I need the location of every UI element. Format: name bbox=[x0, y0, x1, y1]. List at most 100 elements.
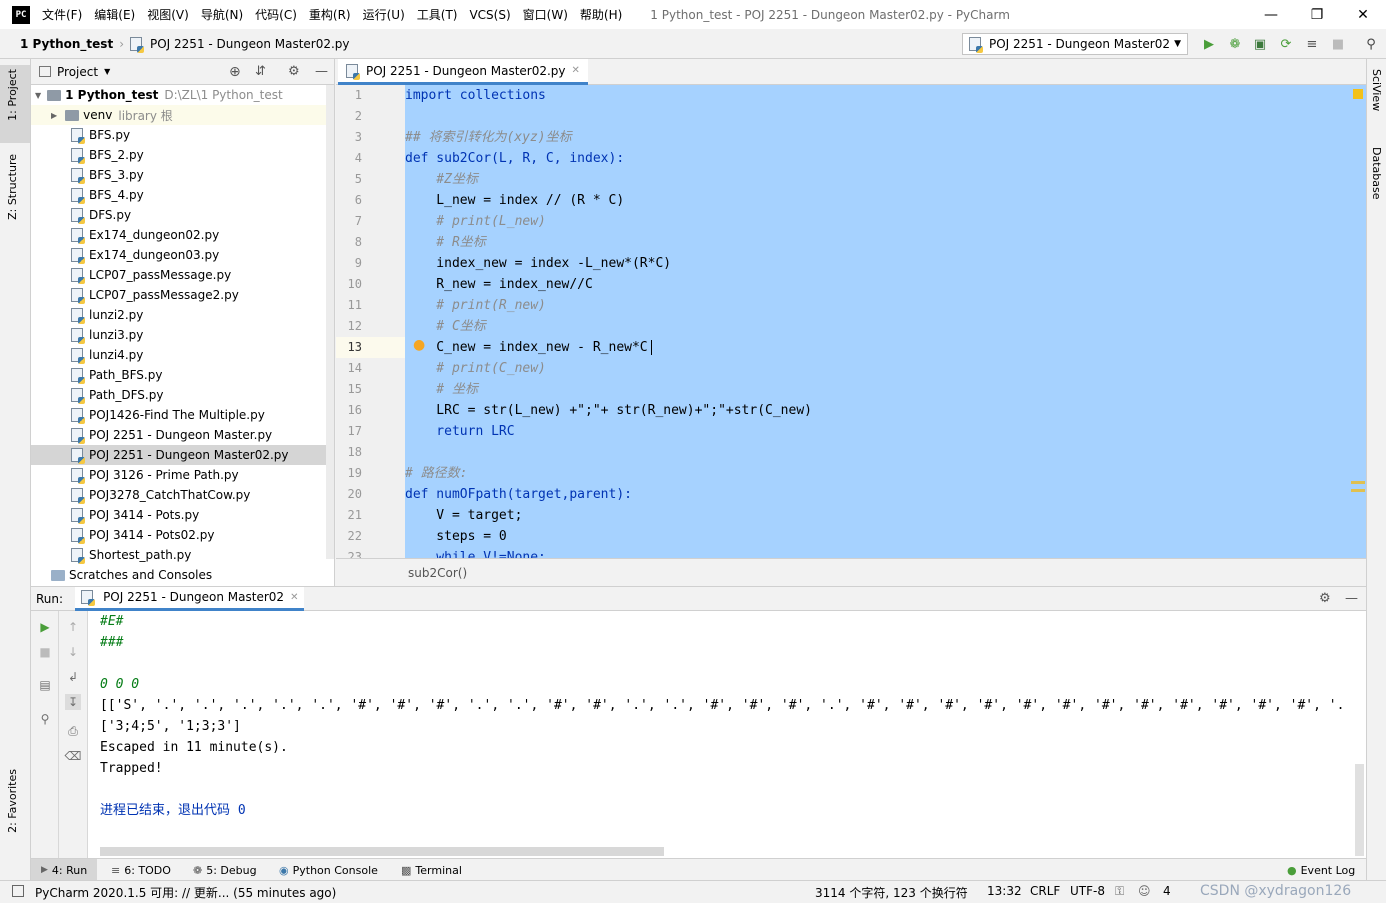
collapse-icon[interactable]: ⇵ bbox=[255, 64, 266, 79]
arrow-up-icon[interactable]: ↑ bbox=[65, 619, 81, 635]
menu-vcs[interactable]: VCS(S) bbox=[469, 8, 510, 22]
run-icon[interactable]: ▶ bbox=[1200, 35, 1218, 53]
profile-icon[interactable]: ⟳ bbox=[1277, 35, 1295, 53]
console-vertical-scrollbar[interactable] bbox=[1355, 764, 1364, 856]
tree-file[interactable]: Ex174_dungeon02.py bbox=[31, 225, 334, 245]
tab-project[interactable]: 1: Project bbox=[6, 69, 19, 121]
tree-file[interactable]: LCP07_passMessage2.py bbox=[31, 285, 334, 305]
tab-python-console[interactable]: ◉ Python Console bbox=[279, 859, 378, 881]
hide-icon[interactable]: — bbox=[315, 64, 328, 79]
tree-file[interactable]: LCP07_passMessage.py bbox=[31, 265, 334, 285]
project-scrollbar[interactable] bbox=[326, 85, 334, 559]
tree-file[interactable]: BFS_2.py bbox=[31, 145, 334, 165]
tree-root[interactable]: ▼ 1 Python_test D:\ZL\1 Python_test bbox=[31, 85, 334, 105]
minimize-icon[interactable]: — bbox=[1248, 0, 1294, 29]
close-icon[interactable]: ✕ bbox=[1340, 0, 1386, 29]
lock-icon[interactable]: ⚿ bbox=[1115, 884, 1124, 899]
close-icon[interactable]: ✕ bbox=[290, 592, 298, 603]
status-encoding[interactable]: UTF-8 bbox=[1070, 884, 1105, 898]
tree-file[interactable]: DFS.py bbox=[31, 205, 334, 225]
tab-debug[interactable]: ❁ 5: Debug bbox=[193, 859, 257, 881]
tree-file[interactable]: BFS_4.py bbox=[31, 185, 334, 205]
stop-icon[interactable]: ■ bbox=[37, 644, 53, 660]
print-icon[interactable]: ⎙ bbox=[65, 723, 81, 739]
run-config-select[interactable]: POJ 2251 - Dungeon Master02 ▼ bbox=[962, 33, 1188, 55]
tab-event-log[interactable]: ● Event Log bbox=[1287, 859, 1355, 881]
lightbulb-icon[interactable]: ● bbox=[413, 337, 425, 353]
menu-window[interactable]: 窗口(W) bbox=[523, 6, 568, 23]
tab-database[interactable]: Database bbox=[1370, 147, 1383, 200]
tree-file[interactable]: POJ 3414 - Pots02.py bbox=[31, 525, 334, 545]
gear-icon[interactable]: ⚙ bbox=[288, 64, 300, 79]
tab-run-config[interactable]: POJ 2251 - Dungeon Master02 ✕ bbox=[75, 586, 305, 611]
tab-structure[interactable]: Z: Structure bbox=[6, 154, 19, 220]
tree-file[interactable]: BFS.py bbox=[31, 125, 334, 145]
trash-icon[interactable]: ⌫ bbox=[65, 748, 82, 764]
debug-icon[interactable]: ❁ bbox=[1226, 35, 1244, 53]
status-toggle-icon[interactable] bbox=[12, 885, 24, 897]
menu-edit[interactable]: 编辑(E) bbox=[94, 6, 135, 23]
code-editor[interactable]: import collections ## 将索引转化为(xyz)坐标 def su… bbox=[405, 85, 1366, 558]
breadcrumb-file[interactable]: POJ 2251 - Dungeon Master02.py bbox=[150, 37, 350, 51]
warning-indicator-icon[interactable] bbox=[1353, 89, 1363, 99]
tree-file[interactable]: BFS_3.py bbox=[31, 165, 334, 185]
tab-terminal[interactable]: ▩ Terminal bbox=[401, 859, 462, 881]
tab-sciview[interactable]: SciView bbox=[1370, 69, 1383, 111]
console-output[interactable]: #E# ### 0 0 0 [['S', '.', '.', '.', '.', '.… bbox=[88, 611, 1366, 858]
pin-icon[interactable]: ⚲ bbox=[37, 711, 53, 727]
menu-help[interactable]: 帮助(H) bbox=[580, 6, 622, 23]
tab-run[interactable]: ▶ 4: Run bbox=[31, 859, 97, 881]
tree-file[interactable]: POJ1426-Find The Multiple.py bbox=[31, 405, 334, 425]
locate-icon[interactable]: ⊕ bbox=[229, 64, 241, 80]
tree-file[interactable]: POJ 3414 - Pots.py bbox=[31, 505, 334, 525]
coverage-icon[interactable]: ▣ bbox=[1251, 35, 1269, 53]
person-icon[interactable]: ☺ bbox=[1138, 884, 1151, 898]
maximize-icon[interactable]: ❐ bbox=[1294, 0, 1340, 29]
tree-file[interactable]: Path_DFS.py bbox=[31, 385, 334, 405]
layout-icon[interactable]: ▤ bbox=[37, 677, 53, 693]
tree-venv[interactable]: ▶ venv library 根 bbox=[31, 105, 334, 125]
arrow-down-icon[interactable]: ↓ bbox=[65, 644, 81, 660]
tab-favorites[interactable]: 2: Favorites bbox=[6, 769, 19, 833]
stop-icon[interactable]: ■ bbox=[1329, 35, 1347, 53]
function-breadcrumb[interactable]: sub2Cor() bbox=[408, 566, 467, 580]
error-stripe-mark[interactable] bbox=[1351, 481, 1365, 484]
tree-file[interactable]: Shortest_path.py bbox=[31, 545, 334, 565]
chevron-down-icon[interactable]: ▼ bbox=[104, 67, 110, 76]
project-panel-title[interactable]: Project bbox=[57, 65, 98, 79]
tab-editor-file[interactable]: POJ 2251 - Dungeon Master02.py ✕ bbox=[338, 59, 588, 85]
breadcrumb-project[interactable]: 1 Python_test bbox=[20, 37, 113, 51]
close-icon[interactable]: ✕ bbox=[572, 65, 580, 76]
tree-file[interactable]: lunzi2.py bbox=[31, 305, 334, 325]
tree-file[interactable]: Path_BFS.py bbox=[31, 365, 334, 385]
error-stripe-mark[interactable] bbox=[1351, 489, 1365, 492]
status-line-separator[interactable]: CRLF bbox=[1030, 884, 1060, 898]
status-message[interactable]: PyCharm 2020.1.5 可用: // 更新... (55 minute… bbox=[35, 884, 336, 901]
tree-file[interactable]: POJ 2251 - Dungeon Master02.py bbox=[31, 445, 334, 465]
menu-view[interactable]: 视图(V) bbox=[147, 6, 189, 23]
menu-code[interactable]: 代码(C) bbox=[255, 6, 297, 23]
tree-file[interactable]: POJ 2251 - Dungeon Master.py bbox=[31, 425, 334, 445]
tree-file[interactable]: lunzi3.py bbox=[31, 325, 334, 345]
rerun-icon[interactable]: ▶ bbox=[37, 619, 53, 635]
menu-refactor[interactable]: 重构(R) bbox=[309, 6, 351, 23]
tree-scratches[interactable]: Scratches and Consoles bbox=[31, 565, 334, 585]
error-stripe[interactable] bbox=[1351, 85, 1366, 558]
tree-file[interactable]: POJ 3126 - Prime Path.py bbox=[31, 465, 334, 485]
menu-file[interactable]: 文件(F) bbox=[42, 6, 82, 23]
tree-file[interactable]: lunzi4.py bbox=[31, 345, 334, 365]
tree-file[interactable]: POJ3278_CatchThatCow.py bbox=[31, 485, 334, 505]
console-horizontal-scrollbar[interactable] bbox=[100, 847, 664, 856]
build-icon[interactable]: ≡ bbox=[1303, 35, 1321, 53]
soft-wrap-icon[interactable]: ↲ bbox=[65, 669, 81, 685]
chevron-down-icon[interactable]: ▼ bbox=[35, 91, 41, 100]
menu-tools[interactable]: 工具(T) bbox=[417, 6, 458, 23]
gear-icon[interactable]: ⚙ bbox=[1319, 591, 1331, 606]
hide-icon[interactable]: — bbox=[1345, 591, 1358, 606]
tree-file[interactable]: Ex174_dungeon03.py bbox=[31, 245, 334, 265]
chevron-right-icon[interactable]: ▶ bbox=[51, 111, 57, 120]
menu-run[interactable]: 运行(U) bbox=[363, 6, 405, 23]
tab-todo[interactable]: ≡ 6: TODO bbox=[111, 859, 171, 881]
search-icon[interactable]: ⚲ bbox=[1362, 35, 1380, 53]
status-caret-position[interactable]: 13:32 bbox=[987, 884, 1022, 898]
